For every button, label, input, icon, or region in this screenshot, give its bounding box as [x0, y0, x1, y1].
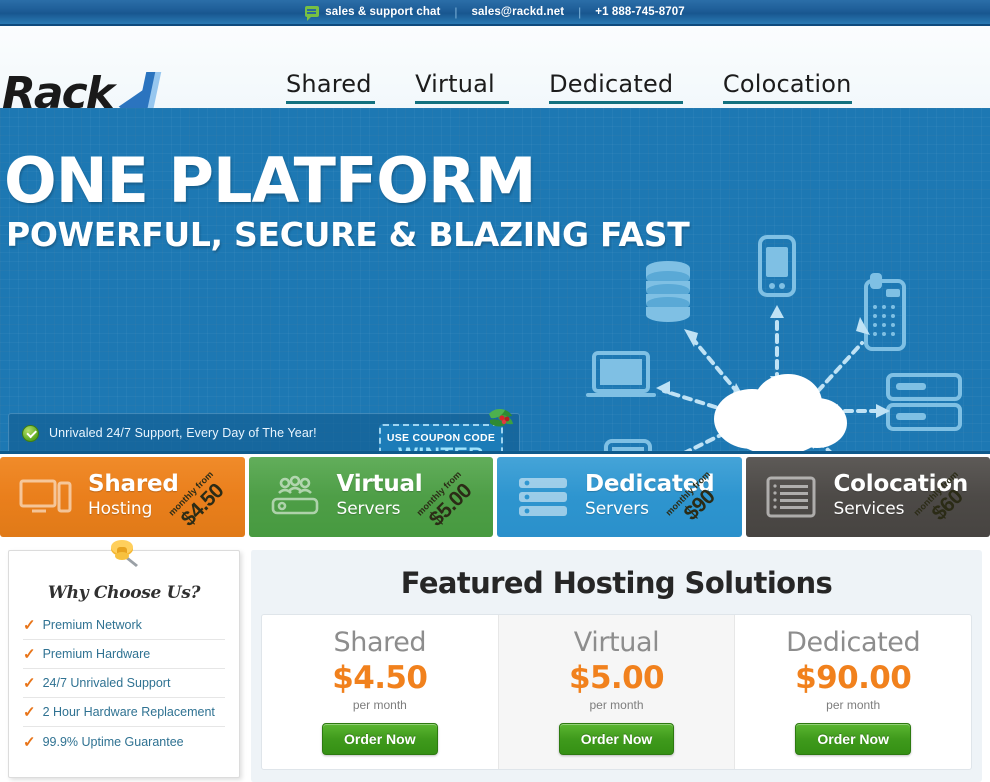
cloud-network-diagram: [586, 235, 962, 451]
plan-price: $4.50: [332, 660, 428, 696]
tab-subtitle: Servers: [585, 499, 649, 519]
benefit-text: 99.9% Uptime Guarantee: [42, 734, 184, 749]
tab-subtitle: Servers: [336, 499, 401, 519]
note-card: Why Choose Us? ✓ Premium Network ✓ Premi…: [8, 540, 240, 778]
site-logo[interactable]: Rack: [2, 68, 162, 119]
server-rack-icon: [519, 478, 567, 516]
list-item: ✓ Premium Hardware: [23, 640, 225, 669]
plan-period: per month: [589, 698, 644, 712]
check-icon: ✓: [23, 733, 36, 751]
sales-email-link[interactable]: sales@rackd.net: [458, 6, 579, 18]
coupon-code-box[interactable]: USE COUPON CODE WINTER TO GET 10% OFF: [379, 409, 513, 451]
page-root: sales & support chat | sales@rackd.net |…: [0, 0, 990, 782]
nav-underline: [286, 101, 376, 104]
site-header: Rack Shared Traditional Hosting Virtual …: [0, 26, 990, 119]
smartphone-icon: [758, 235, 796, 297]
list-item: ✓ 24/7 Unrivaled Support: [23, 669, 225, 698]
database-stack-icon: [646, 261, 690, 322]
server-rack-icon: [886, 373, 962, 431]
pricing-card-shared: Shared $4.50 per month Order Now: [262, 615, 498, 769]
tab-subtitle: Hosting: [88, 499, 153, 519]
product-tab-colocation[interactable]: Colocation Services monthly from $60: [745, 457, 990, 537]
section-title: Featured Hosting Solutions: [400, 566, 833, 600]
tab-title: Virtual: [336, 471, 423, 497]
check-icon: ✓: [23, 646, 36, 663]
check-icon: ✓: [23, 617, 36, 634]
chat-bubble-icon: [305, 6, 320, 21]
sales-phone-number[interactable]: +1 888-745-8707: [581, 6, 698, 18]
check-icon: ✓: [23, 675, 36, 692]
nav-underline: [549, 101, 683, 104]
list-item: ✓ 2 Hour Hardware Replacement: [23, 698, 225, 727]
benefit-text: Premium Hardware: [42, 647, 151, 661]
tab-title: Shared: [88, 471, 179, 497]
plan-period: per month: [352, 698, 407, 712]
colocation-cabinet-icon: [766, 476, 815, 518]
lower-content: Why Choose Us? ✓ Premium Network ✓ Premi…: [0, 540, 990, 782]
nav-underline: [415, 101, 510, 104]
pushpin-icon: [111, 540, 138, 567]
hero-headline: ONE PLATFORM: [4, 144, 536, 217]
check-icon: ✓: [23, 704, 36, 721]
plan-name: Shared: [333, 627, 427, 658]
order-now-button[interactable]: Order Now: [322, 723, 438, 755]
logo-wordmark: Rack: [2, 68, 115, 119]
tab-subtitle: Services: [833, 499, 905, 519]
benefit-text: 2 Hour Hardware Replacement: [42, 705, 215, 719]
list-item: ✓ Premium Network: [23, 611, 225, 640]
product-tab-virtual[interactable]: Virtual Servers monthly from $5.00: [248, 457, 493, 537]
benefit-text: Premium Network: [42, 618, 142, 632]
nav-underline: [722, 101, 852, 104]
nav-title: Colocation: [722, 70, 852, 98]
why-choose-us-sidebar: Why Choose Us? ✓ Premium Network ✓ Premi…: [0, 540, 248, 782]
product-tab-strip: Shared Hosting monthly from $4.50 Virtua: [0, 454, 990, 540]
order-now-button[interactable]: Order Now: [558, 723, 675, 755]
hero-feature-list: Unrivaled 24/7 Support, Every Day of The…: [22, 421, 350, 451]
virtual-servers-icon: [271, 475, 318, 515]
price-ribbon: monthly from $90: [664, 457, 742, 537]
plan-name: Virtual: [573, 627, 660, 658]
plan-price: $90.00: [795, 660, 912, 696]
nav-title: Dedicated: [549, 70, 674, 98]
hero-banner: ONE PLATFORM POWERFUL, SECURE & BLAZING …: [0, 108, 990, 454]
check-circle-icon: [22, 424, 39, 442]
pricing-card-virtual: Virtual $5.00 per month Order Now: [497, 615, 736, 769]
laptop-icon: [586, 351, 656, 397]
rackd-d-mark-icon: [110, 72, 162, 112]
utility-top-bar: sales & support chat | sales@rackd.net |…: [0, 0, 990, 26]
list-item: Unrivaled 24/7 Support, Every Day of The…: [22, 421, 350, 445]
holly-berry-icon: [489, 409, 513, 427]
product-tab-dedicated[interactable]: Dedicated Servers monthly from $90: [497, 457, 742, 537]
nav-title: Virtual: [415, 70, 495, 98]
price-ribbon: monthly from $60: [912, 457, 990, 537]
benefit-text: 24/7 Unrivaled Support: [42, 676, 171, 690]
price-ribbon: monthly from $5.00: [415, 457, 493, 537]
list-item: ✓ 99.9% Uptime Guarantee: [23, 727, 225, 756]
pricing-card-row: Shared $4.50 per month Order Now Virtual…: [261, 614, 972, 770]
order-now-button[interactable]: Order Now: [795, 723, 911, 755]
plan-name: Dedicated: [786, 627, 921, 658]
pda-keypad-icon: [604, 439, 652, 451]
featured-solutions-panel: Featured Hosting Solutions Shared $4.50 …: [250, 550, 982, 782]
sales-support-chat-link[interactable]: sales & support chat: [291, 6, 454, 21]
sidebar-title: Why Choose Us?: [47, 583, 201, 603]
pricing-card-dedicated: Dedicated $90.00 per month Order Now: [735, 615, 971, 769]
plan-price: $5.00: [568, 660, 665, 696]
nav-title: Shared: [286, 70, 372, 98]
monitor-icon: [19, 479, 72, 513]
product-tab-shared[interactable]: Shared Hosting monthly from $4.50: [0, 457, 245, 537]
benefits-list: ✓ Premium Network ✓ Premium Hardware ✓ 2…: [23, 611, 225, 756]
coupon-code: WINTER: [381, 444, 501, 451]
cordless-phone-icon: [864, 273, 906, 351]
price-ribbon: monthly from $4.50: [167, 457, 245, 537]
feature-text: Unrivaled 24/7 Support, Every Day of The…: [49, 426, 317, 440]
plan-period: per month: [826, 698, 881, 712]
chat-label: sales & support chat: [325, 6, 441, 18]
